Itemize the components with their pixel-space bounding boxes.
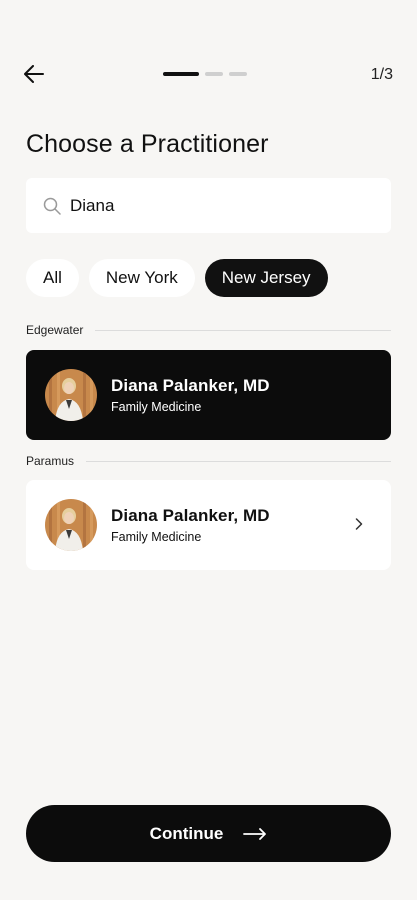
avatar xyxy=(45,499,97,551)
continue-button[interactable]: Continue xyxy=(26,805,391,862)
back-button[interactable] xyxy=(20,62,48,90)
progress-step-2 xyxy=(205,72,223,76)
practitioner-card-paramus[interactable]: Diana Palanker, MD Family Medicine xyxy=(26,480,391,570)
filter-chip-new-york[interactable]: New York xyxy=(88,259,195,297)
arrow-right-icon xyxy=(243,827,267,840)
section-divider xyxy=(95,329,391,331)
arrow-left-icon xyxy=(24,64,44,88)
practitioner-specialty: Family Medicine xyxy=(111,400,202,414)
continue-button-label: Continue xyxy=(149,823,224,843)
section-label: Edgewater xyxy=(26,323,84,337)
location-filter: All New York New Jersey xyxy=(26,259,328,297)
filter-chip-all[interactable]: All xyxy=(26,259,79,297)
page-title: Choose a Practitioner xyxy=(26,130,269,158)
section-label: Paramus xyxy=(26,454,75,468)
search-icon xyxy=(42,196,62,216)
practitioner-name: Diana Palanker, MD xyxy=(111,506,270,525)
step-counter: 1/3 xyxy=(370,66,393,83)
search-input[interactable] xyxy=(70,195,370,216)
filter-chip-new-jersey[interactable]: New Jersey xyxy=(204,259,328,297)
search-bar[interactable] xyxy=(26,178,391,233)
section-divider xyxy=(86,460,391,462)
step-progress xyxy=(163,72,247,76)
progress-step-3 xyxy=(229,72,247,76)
practitioner-card-edgewater[interactable]: Diana Palanker, MD Family Medicine xyxy=(26,350,391,440)
practitioner-specialty: Family Medicine xyxy=(111,530,202,544)
progress-step-1 xyxy=(163,72,199,76)
chevron-right-icon xyxy=(353,515,365,533)
practitioner-name: Diana Palanker, MD xyxy=(111,376,270,395)
avatar xyxy=(45,369,97,421)
section-header-paramus: Paramus xyxy=(26,454,391,468)
section-header-edgewater: Edgewater xyxy=(26,323,391,337)
